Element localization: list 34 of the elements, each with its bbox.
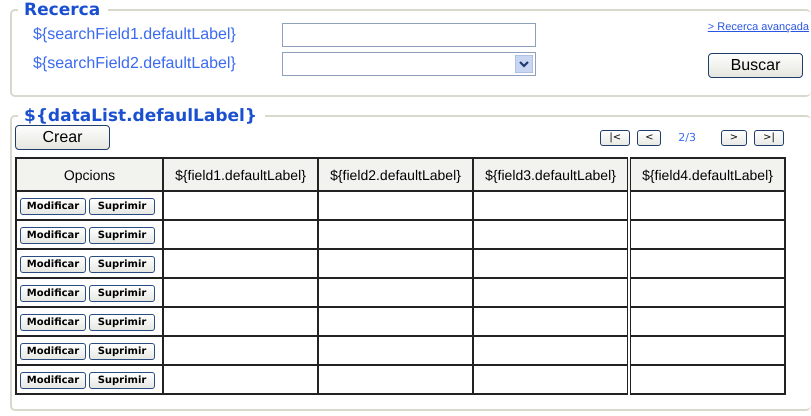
delete-button[interactable]: Suprimir xyxy=(89,314,155,331)
delete-button[interactable]: Suprimir xyxy=(89,227,155,244)
field-label: ${searchField2.defaultLabel} xyxy=(33,55,237,73)
edit-button[interactable]: Modificar xyxy=(20,314,86,331)
create-button[interactable]: Crear xyxy=(15,125,110,150)
edit-button[interactable]: Modificar xyxy=(20,343,86,360)
edit-button[interactable]: Modificar xyxy=(20,227,86,244)
first-page-button[interactable]: |< xyxy=(600,130,630,146)
delete-button[interactable]: Suprimir xyxy=(89,372,155,389)
column-header: ${field2.defaultLabel} xyxy=(318,158,473,191)
caret-icon xyxy=(515,55,533,73)
advanced-search-link[interactable]: > Recerca avançada xyxy=(708,21,809,33)
previous-page-button[interactable]: < xyxy=(637,130,662,146)
delete-button[interactable]: Suprimir xyxy=(89,256,155,273)
panel-title: Recerca xyxy=(23,1,102,19)
edit-button[interactable]: Modificar xyxy=(20,372,86,389)
column-header: ${field4.defaultLabel} xyxy=(629,158,785,191)
page-indicator: 2/3 xyxy=(678,131,696,144)
column-header: ${field3.defaultLabel} xyxy=(473,158,629,191)
delete-button[interactable]: Suprimir xyxy=(89,285,155,302)
last-page-button[interactable]: >| xyxy=(754,130,784,146)
panel-title: ${dataList.defaulLabel} xyxy=(23,107,258,125)
delete-button[interactable]: Suprimir xyxy=(89,343,155,360)
next-page-button[interactable]: > xyxy=(721,130,747,146)
column-header: Opcions xyxy=(16,158,163,191)
delete-button[interactable]: Suprimir xyxy=(89,198,155,215)
dropdown-field[interactable] xyxy=(282,52,536,76)
edit-button[interactable]: Modificar xyxy=(20,285,86,302)
column-header: ${field1.defaultLabel} xyxy=(163,158,318,191)
input-field[interactable] xyxy=(282,23,536,47)
field-label: ${searchField1.defaultLabel} xyxy=(33,26,237,44)
search-button[interactable]: Buscar xyxy=(708,53,803,78)
edit-button[interactable]: Modificar xyxy=(20,198,86,215)
edit-button[interactable]: Modificar xyxy=(20,256,86,273)
